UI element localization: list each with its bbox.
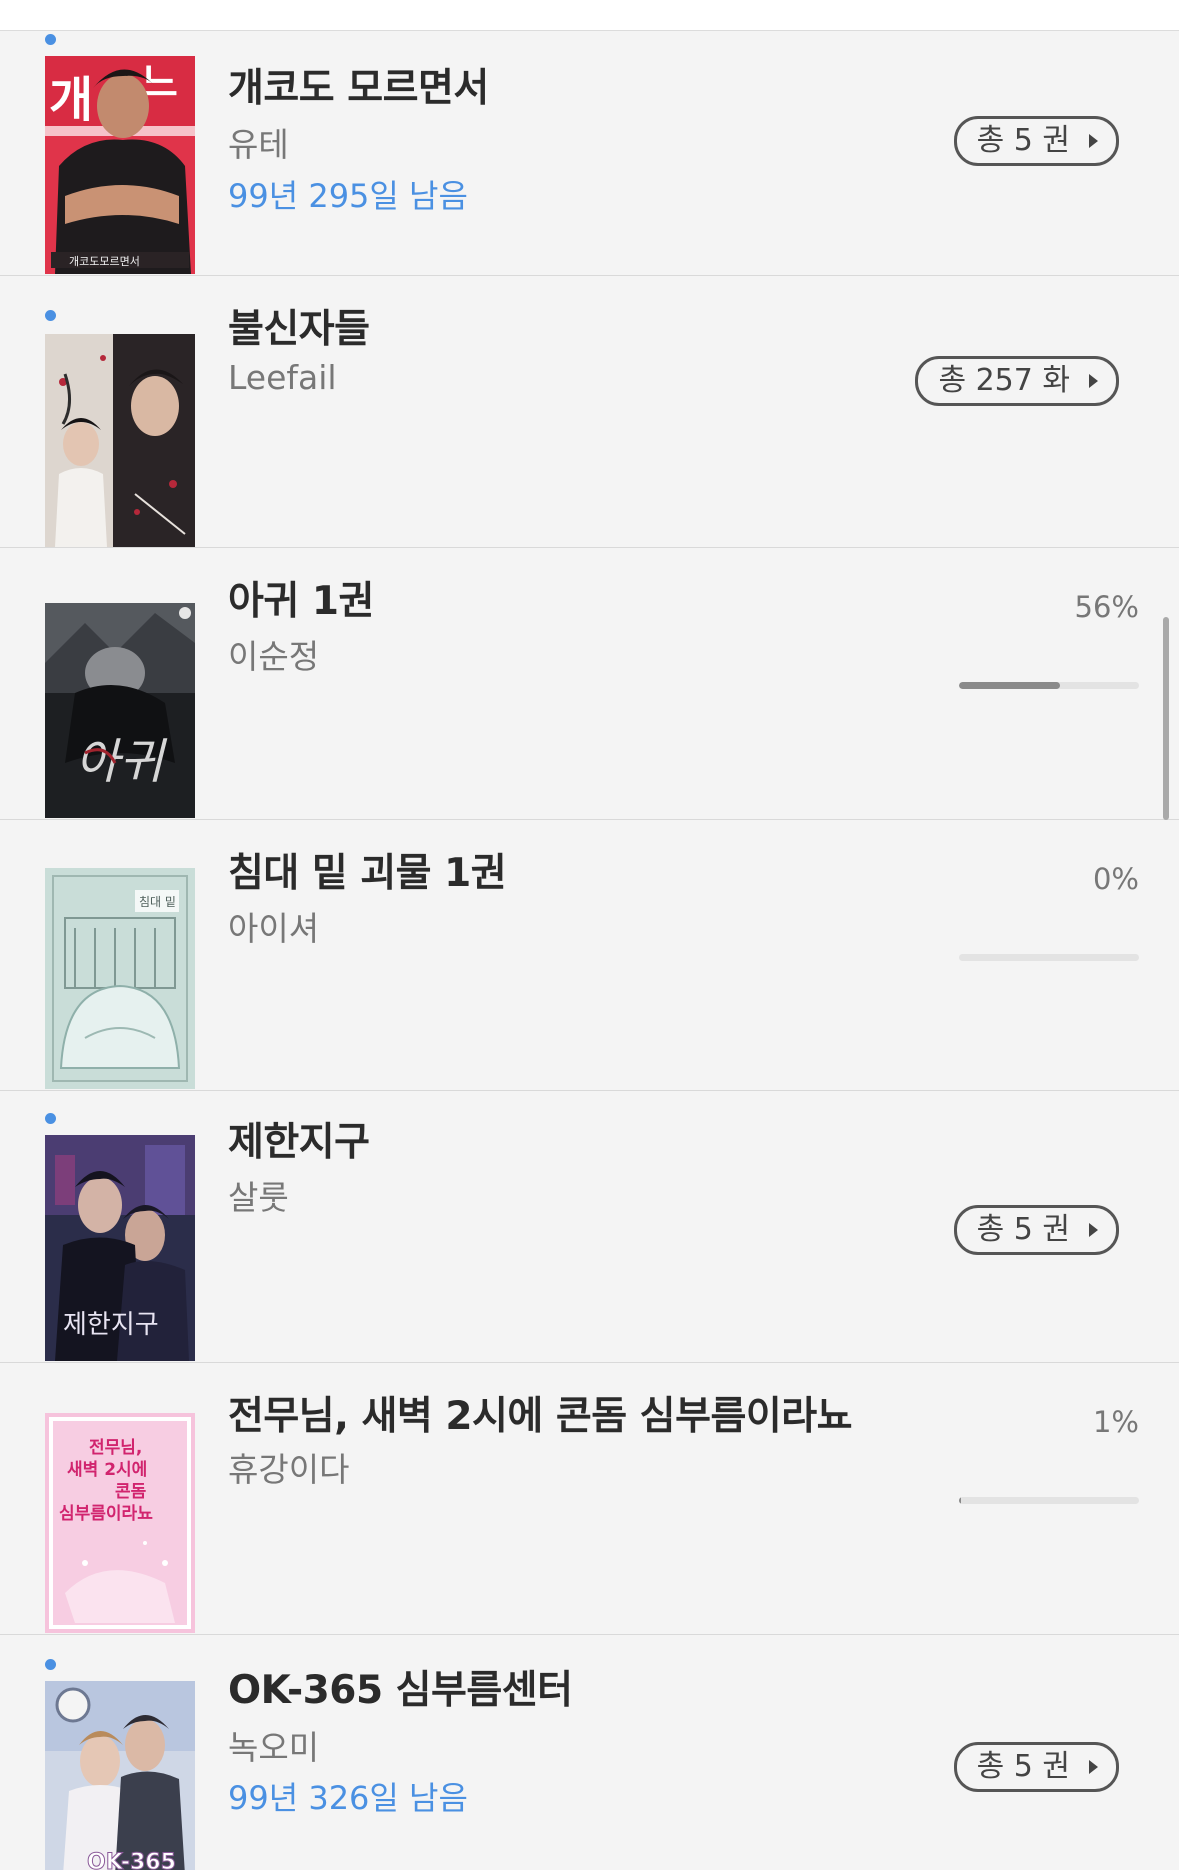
svg-text:개코도모르면서: 개코도모르면서 [69,255,140,268]
book-row[interactable]: 전무님, 새벽 2시에 콘돔 심부름이라뇨 전무님, 새벽 2시에 콘돔 심부름… [0,1363,1179,1635]
book-title[interactable]: 개코도 모르면서 [228,57,489,113]
book-title[interactable]: 아귀 1권 [228,570,374,626]
book-author: Leefail [228,358,337,397]
new-indicator-dot [45,310,56,321]
book-cover[interactable]: 전무님, 새벽 2시에 콘돔 심부름이라뇨 [45,1413,195,1633]
book-cover[interactable]: 제한지구 [45,1135,195,1361]
svg-text:전무님,: 전무님, [89,1438,142,1458]
book-title[interactable]: 제한지구 [228,1111,370,1167]
total-episodes-button[interactable]: 총 257 화 [915,356,1119,406]
reading-progress-bar [959,682,1139,689]
book-row[interactable]: 침대 밑 침대 밑 괴물 1권 아이셔 0% [0,820,1179,1091]
book-title[interactable]: OK-365 심부름센터 [228,1659,573,1715]
book-title[interactable]: 불신자들 [228,298,370,354]
book-cover[interactable] [45,334,195,547]
svg-text:심부름이라뇨: 심부름이라뇨 [59,1504,153,1524]
book-row[interactable]: 개 느 개코도모르면서 개코도 모르면서 유테 99년 295일 남음 총 5 … [0,31,1179,276]
svg-text:제한지구: 제한지구 [63,1310,159,1340]
svg-text:OK-365: OK-365 [87,1850,176,1870]
new-indicator-dot [45,34,56,45]
vertical-scrollbar[interactable] [1163,617,1169,820]
book-title[interactable]: 침대 밑 괴물 1권 [228,842,507,898]
reading-progress-bar [959,1497,1139,1504]
book-row[interactable]: 아귀 아귀 1권 이순정 56% [0,548,1179,820]
svg-text:아귀: 아귀 [75,734,168,790]
new-indicator-dot [45,1113,56,1124]
rental-remaining: 99년 326일 남음 [228,1779,468,1817]
book-author: 유테 [228,125,289,164]
book-row[interactable]: 제한지구 제한지구 살룻 총 5 권 [0,1091,1179,1363]
book-author: 휴강이다 [228,1450,350,1489]
reading-progress-fill [959,1497,962,1504]
caret-right-icon [1089,1760,1098,1774]
svg-text:콘돔: 콘돔 [115,1482,147,1502]
top-bar [0,0,1179,31]
reading-progress-percent: 1% [1092,1405,1139,1439]
reading-progress-percent: 0% [1092,862,1139,896]
caret-right-icon [1089,1223,1098,1237]
book-title[interactable]: 전무님, 새벽 2시에 콘돔 심부름이라뇨 [228,1385,852,1441]
book-row[interactable]: OK-365 OK-365 심부름센터 녹오미 99년 326일 남음 총 5 … [0,1635,1179,1870]
total-volumes-label: 총 5 권 [976,1749,1070,1784]
reading-progress-fill [959,682,1060,689]
book-cover[interactable]: OK-365 [45,1681,195,1870]
total-volumes-button[interactable]: 총 5 권 [953,1742,1119,1792]
new-indicator-dot [45,1659,56,1670]
svg-text:개: 개 [49,72,93,128]
caret-right-icon [1089,374,1098,388]
total-volumes-button[interactable]: 총 5 권 [953,116,1119,166]
book-row[interactable]: 불신자들 Leefail 총 257 화 [0,276,1179,548]
book-author: 녹오미 [228,1728,320,1767]
total-volumes-label: 총 5 권 [976,1212,1070,1247]
svg-text:새벽 2시에: 새벽 2시에 [67,1460,147,1480]
reading-progress-bar [959,954,1139,961]
book-cover[interactable]: 아귀 [45,603,195,818]
rental-remaining: 99년 295일 남음 [228,177,468,215]
book-author: 아이셔 [228,909,320,948]
total-volumes-button[interactable]: 총 5 권 [953,1205,1119,1255]
library-list-screen: 개 느 개코도모르면서 개코도 모르면서 유테 99년 295일 남음 총 5 … [0,0,1179,1870]
svg-text:침대 밑: 침대 밑 [139,895,176,909]
total-volumes-label: 총 5 권 [976,123,1070,158]
total-episodes-label: 총 257 화 [938,363,1070,398]
book-cover[interactable]: 개 느 개코도모르면서 [45,56,195,274]
caret-right-icon [1089,134,1098,148]
reading-progress-percent: 56% [1074,590,1139,624]
book-cover[interactable]: 침대 밑 [45,868,195,1089]
book-author: 살룻 [228,1178,289,1217]
book-author: 이순정 [228,637,320,676]
